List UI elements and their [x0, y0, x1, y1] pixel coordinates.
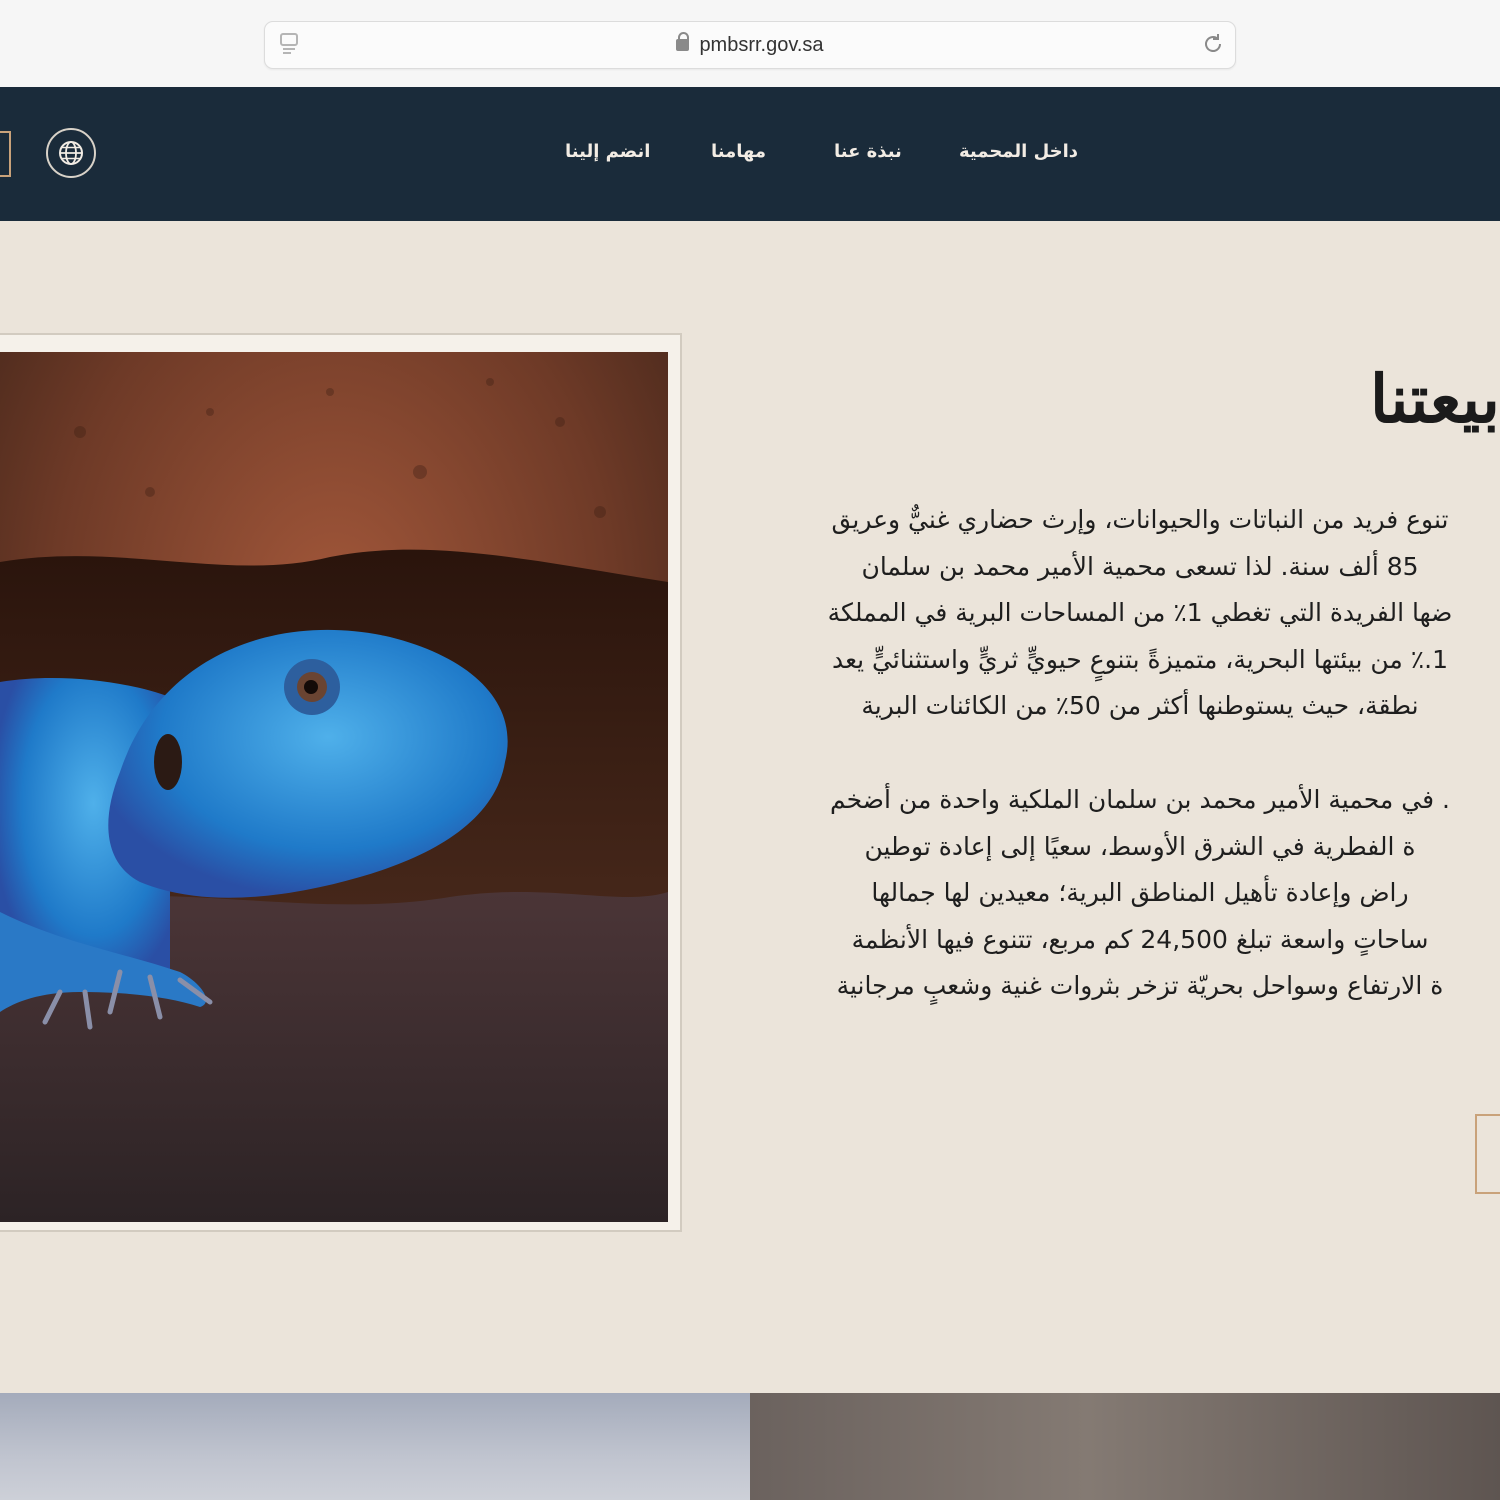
nav-our-missions[interactable]: مهامنا [711, 141, 766, 162]
read-more-button[interactable] [1475, 1114, 1500, 1194]
intro-paragraph: تنوع فريد من النباتات والحيوانات، وإرث ح… [780, 497, 1500, 730]
paragraph-line: ضها الفريدة التي تغطي 1٪ من المساحات الب… [827, 598, 1453, 627]
reload-icon[interactable] [1201, 32, 1225, 56]
nav-join-us[interactable]: انضم إلينا [565, 141, 650, 162]
address-bar[interactable]: pmbsrr.gov.sa [264, 21, 1236, 69]
globe-icon [59, 141, 83, 165]
mission-paragraph: . في محمية الأمير محمد بن سلمان الملكية … [780, 777, 1500, 1010]
paragraph-line: نطقة، حيث يستوطنها أكثر من 50٪ من الكائن… [861, 691, 1419, 720]
section-image-right [750, 1393, 1500, 1500]
paragraph-line: ة الارتفاع وسواحل بحريّة تزخر بثروات غني… [836, 971, 1444, 1000]
site-header: انضم إلينا مهامنا نبذة عنا داخل المحمية [0, 87, 1500, 221]
paragraph-line: تنوع فريد من النباتات والحيوانات، وإرث ح… [831, 505, 1449, 534]
blue-lizard-image [0, 352, 668, 1222]
lock-icon [676, 32, 690, 51]
paragraph-line: 1.٪ من بيئتها البحرية، متميزةً بتنوعٍ حي… [831, 644, 1449, 674]
menu-button[interactable] [0, 131, 11, 177]
url-text: pmbsrr.gov.sa [699, 34, 824, 56]
page-title: بيعتنا [1369, 360, 1500, 438]
paragraph-line: ساحاتٍ واسعة تبلغ 24,500 كم مربع، تتنوع … [851, 924, 1429, 954]
nav-about-us[interactable]: نبذة عنا [834, 141, 902, 162]
paragraph-line: ة الفطرية في الشرق الأوسط، سعيًا إلى إعا… [864, 831, 1416, 861]
paragraph-line: 85 ألف سنة. لذا تسعى محمية الأمير محمد ب… [861, 551, 1419, 581]
language-button[interactable] [46, 128, 96, 178]
section-image-left [0, 1393, 750, 1500]
paragraph-line: . في محمية الأمير محمد بن سلمان الملكية … [830, 785, 1450, 814]
nav-inside-reserve[interactable]: داخل المحمية [959, 141, 1078, 162]
paragraph-line: راض وإعادة تأهيل المناطق البرية؛ معيدين … [871, 878, 1409, 907]
browser-toolbar: pmbsrr.gov.sa [0, 0, 1500, 88]
